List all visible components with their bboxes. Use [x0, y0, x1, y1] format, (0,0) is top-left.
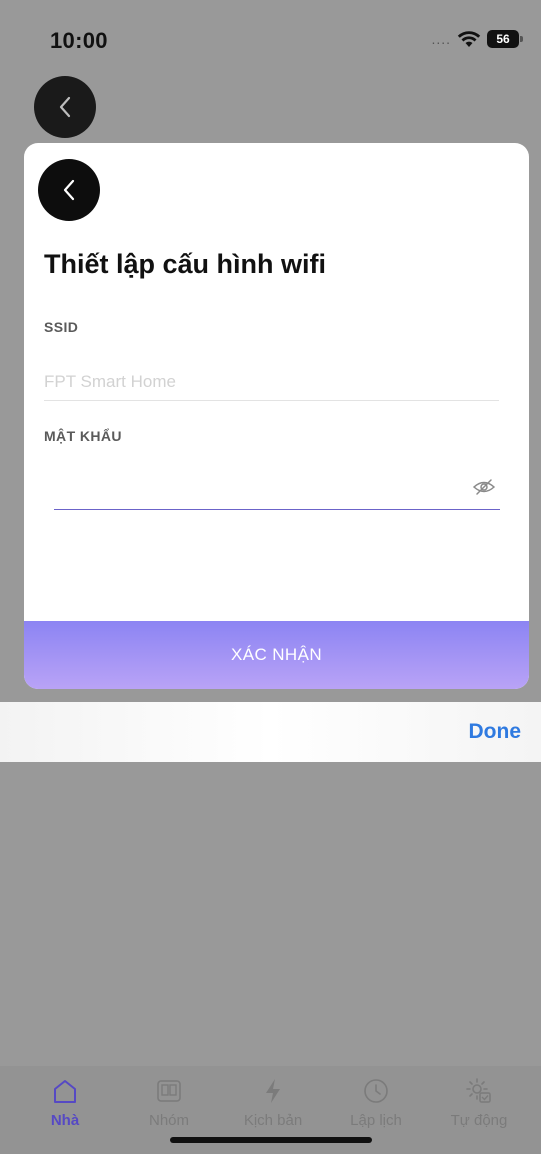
background-back-button[interactable] [34, 76, 96, 138]
status-indicators: .... 56 [431, 30, 523, 48]
lightning-icon [266, 1079, 280, 1103]
password-input[interactable] [54, 468, 454, 508]
tab-automation[interactable]: Tự động [434, 1074, 524, 1129]
tab-group-label: Nhóm [148, 1112, 189, 1129]
tab-home[interactable]: Nhà [20, 1074, 110, 1129]
clock-icon [364, 1079, 388, 1103]
tab-home-label: Nhà [50, 1112, 80, 1129]
screen: 10:00 .... 56 Thiết lập cấu hình wifi SS… [0, 0, 541, 1154]
signal-icon: .... [431, 31, 451, 47]
done-button[interactable]: Done [469, 720, 522, 744]
keyboard-accessory-bar: Done [0, 702, 541, 762]
ssid-input[interactable] [44, 363, 499, 401]
wifi-icon [457, 30, 481, 48]
group-icon [157, 1080, 181, 1102]
password-field[interactable] [54, 468, 500, 510]
tab-schedule[interactable]: Lập lịch [331, 1074, 421, 1129]
battery-icon: 56 [487, 30, 523, 48]
ssid-label: SSID [44, 319, 79, 335]
chevron-left-icon [63, 179, 75, 201]
tab-scenario-label: Kịch bản [243, 1112, 303, 1129]
modal-title: Thiết lập cấu hình wifi [44, 249, 327, 279]
password-label: MẬT KHẨU [44, 428, 122, 444]
status-bar: 10:00 .... 56 [0, 0, 541, 80]
home-icon [54, 1080, 76, 1103]
chevron-left-icon [59, 96, 71, 118]
wifi-config-modal: Thiết lập cấu hình wifi SSID MẬT KHẨU XÁ… [24, 143, 529, 689]
automation-gear-icon [466, 1078, 491, 1103]
back-button[interactable] [38, 159, 100, 221]
tab-schedule-label: Lập lịch [350, 1112, 402, 1129]
eye-slash-icon[interactable] [472, 478, 496, 501]
status-time: 10:00 [50, 28, 108, 53]
tab-scenario[interactable]: Kịch bản [228, 1074, 318, 1129]
confirm-button[interactable]: XÁC NHẬN [24, 621, 529, 689]
tab-group[interactable]: Nhóm [124, 1074, 214, 1129]
home-indicator [170, 1137, 372, 1143]
tab-automation-label: Tự động [450, 1112, 508, 1129]
